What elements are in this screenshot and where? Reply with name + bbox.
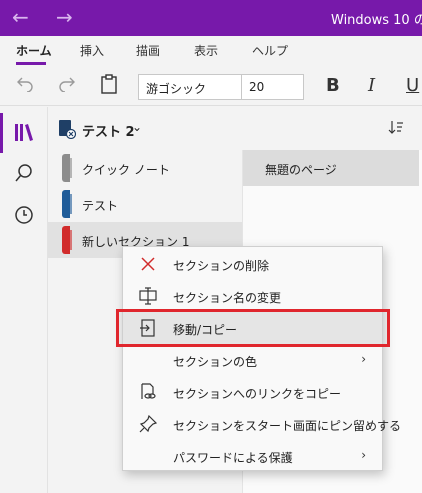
ribbon-tabs: ホーム 挿入 描画 表示 ヘルプ: [0, 36, 422, 66]
italic-button[interactable]: I: [368, 75, 375, 96]
section-color-tab: [62, 154, 72, 182]
sort-icon[interactable]: [388, 119, 404, 139]
tab-draw[interactable]: 描画: [136, 42, 160, 59]
notebooks-icon[interactable]: [12, 121, 36, 145]
notebook-name[interactable]: テスト 2: [82, 121, 135, 140]
search-icon[interactable]: [12, 161, 36, 185]
menu-item-rename-section[interactable]: セクション名の変更: [123, 280, 382, 312]
notebook-icon: [58, 119, 77, 143]
section-color-tab: [62, 190, 72, 218]
menu-item-section-color[interactable]: セクションの色 ›: [123, 344, 382, 376]
undo-icon[interactable]: [16, 74, 34, 97]
forward-arrow-icon[interactable]: →: [56, 6, 73, 28]
underline-button[interactable]: U: [406, 75, 419, 96]
chevron-down-icon[interactable]: ⌄: [132, 120, 142, 134]
tab-insert[interactable]: 挿入: [80, 42, 104, 59]
clipboard-icon[interactable]: [100, 74, 118, 99]
rail-active-indicator: [0, 113, 3, 153]
section-item[interactable]: クイック ノート: [48, 150, 242, 186]
rename-icon: [139, 287, 157, 305]
font-size-field[interactable]: 20: [242, 74, 304, 100]
tab-help[interactable]: ヘルプ: [252, 42, 288, 59]
copy-link-icon: [139, 383, 157, 401]
bold-button[interactable]: B: [326, 75, 340, 96]
chevron-right-icon: ›: [361, 448, 366, 462]
left-rail: [0, 107, 48, 493]
window-title: Windows 10 の: [331, 13, 422, 28]
pin-icon: [139, 414, 158, 433]
menu-item-password-protect[interactable]: パスワードによる保護 ›: [123, 440, 382, 472]
delete-x-icon: [139, 255, 157, 273]
tab-view[interactable]: 表示: [194, 42, 218, 59]
context-menu: セクションの削除 セクション名の変更 移動/コピー セクションの色 › セクショ…: [122, 246, 401, 472]
font-name-field[interactable]: 游ゴシック: [138, 74, 242, 100]
page-label: 無題のページ: [265, 163, 337, 177]
page-item[interactable]: 無題のページ: [243, 150, 419, 186]
tab-home[interactable]: ホーム: [16, 42, 52, 59]
highlight-annotation-box: [116, 309, 390, 347]
notebook-header[interactable]: テスト 2 ⌄: [48, 107, 422, 150]
section-label: テスト: [82, 199, 119, 213]
title-bar: ← → Windows 10 の: [0, 0, 422, 36]
back-arrow-icon[interactable]: ←: [12, 6, 29, 28]
recent-clock-icon[interactable]: [12, 203, 36, 227]
section-color-tab: [62, 226, 72, 254]
section-label: クイック ノート: [82, 163, 170, 177]
chevron-right-icon: ›: [361, 352, 366, 366]
menu-item-copy-link[interactable]: セクションへのリンクをコピー: [123, 376, 382, 408]
menu-item-pin-to-start[interactable]: セクションをスタート画面にピン留めする: [123, 408, 401, 440]
section-item[interactable]: テスト: [48, 186, 242, 222]
toolbar: 游ゴシック 20 B I U: [0, 66, 422, 106]
redo-icon[interactable]: [58, 74, 76, 97]
menu-item-delete-section[interactable]: セクションの削除: [123, 248, 382, 280]
active-tab-indicator: [16, 62, 46, 65]
